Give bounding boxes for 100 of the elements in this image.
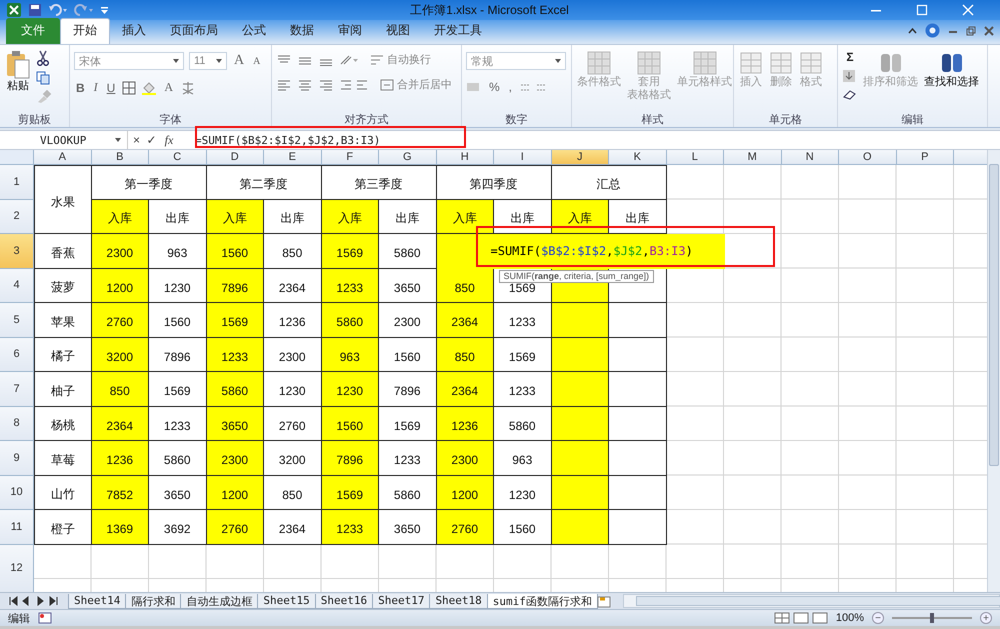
paste-button[interactable]: 粘贴 [4, 48, 32, 95]
ribbon-tab[interactable]: 开始 [60, 18, 110, 44]
undo-icon[interactable] [48, 3, 68, 17]
formula-field[interactable]: =SUMIF($B$2:$I$2,$J$2,B3:I3) [178, 131, 1000, 149]
excel-logo-icon[interactable] [6, 2, 22, 18]
sheet-tab[interactable]: Sheet18 [429, 594, 488, 608]
font-style-button[interactable]: B [74, 80, 87, 94]
table-grid-icon [739, 50, 763, 76]
ribbon-tab[interactable]: 视图 [374, 19, 422, 44]
ribbon-tab[interactable]: 审阅 [326, 19, 374, 44]
row-header[interactable]: 7 [0, 372, 34, 406]
column-header[interactable]: L [666, 150, 724, 165]
comma-button[interactable]: , [506, 80, 514, 94]
font-size-field[interactable]: 11 [189, 52, 227, 70]
group-label: 样式 [640, 113, 664, 127]
row-header[interactable]: 11 [0, 510, 34, 544]
grow-font-button[interactable]: A [232, 53, 246, 69]
row-header[interactable]: 4 [0, 268, 34, 303]
column-header[interactable]: I [494, 150, 552, 165]
column-header[interactable]: H [436, 150, 494, 165]
name-box[interactable]: VLOOKUP [0, 131, 128, 149]
view-buttons-icon[interactable] [774, 612, 828, 624]
cell-editor[interactable]: =SUMIF($B$2:$I$2,$J$2,B3:I3) [436, 234, 724, 268]
font-name-field[interactable]: 宋体 [74, 52, 184, 70]
maximize-icon[interactable] [916, 4, 928, 16]
shrink-font-button[interactable]: A [251, 56, 262, 66]
column-header[interactable]: F [322, 150, 379, 165]
group-label: 编辑 [900, 113, 924, 127]
orientation-icon[interactable] [339, 54, 359, 66]
column-header[interactable]: D [206, 150, 264, 165]
row-header[interactable]: 1 [0, 165, 34, 200]
column-header[interactable]: M [724, 150, 782, 165]
row-header[interactable]: 5 [0, 303, 34, 338]
cut-icon[interactable] [36, 50, 50, 66]
sheet-tab[interactable]: 自动生成边框 [180, 594, 258, 608]
row-header[interactable]: 3 [0, 234, 34, 268]
align-center-icon[interactable] [297, 78, 313, 90]
align-left-icon[interactable] [276, 78, 292, 90]
column-header[interactable]: J [552, 150, 609, 165]
help-icon[interactable] [925, 23, 940, 38]
row-header[interactable]: 6 [0, 338, 34, 372]
column-header[interactable]: G [379, 150, 436, 165]
table-cell: 2300 [264, 338, 322, 372]
fill-icon[interactable] [842, 69, 856, 83]
editing-button[interactable]: 查找和选择 [923, 48, 980, 91]
new-sheet-icon[interactable] [596, 594, 613, 608]
macro-record-icon[interactable] [38, 612, 52, 624]
column-header[interactable]: B [92, 150, 149, 165]
align-top-icon[interactable] [276, 54, 292, 66]
autosum-button[interactable]: Σ [842, 50, 858, 64]
collapse-ribbon-icon[interactable] [908, 26, 917, 34]
ribbon-tab[interactable]: 插入 [110, 19, 158, 44]
font-style-button[interactable]: I [92, 80, 100, 95]
zoom-in-button[interactable]: + [980, 612, 992, 624]
ribbon-tab[interactable]: 开发工具 [422, 19, 494, 44]
customize-toolbar-icon[interactable] [100, 4, 109, 16]
ribbon-tab[interactable]: 数据 [278, 19, 326, 44]
ribbon-tab[interactable]: 公式 [230, 19, 278, 44]
horizontal-scrollbar[interactable] [622, 594, 1000, 608]
border-icon[interactable] [122, 80, 136, 94]
column-header[interactable]: K [609, 150, 666, 165]
table-cell [552, 441, 609, 476]
vertical-scrollbar[interactable] [987, 150, 1000, 592]
column-header[interactable]: O [839, 150, 896, 165]
fill-color-icon[interactable] [141, 80, 158, 94]
sheet-tab[interactable]: Sheet16 [314, 594, 374, 608]
insert-function-button[interactable]: fx [160, 132, 178, 148]
percent-button[interactable]: % [487, 80, 502, 94]
table-cell: 第四季度 [436, 165, 552, 200]
indent-icon[interactable] [339, 78, 369, 90]
column-header[interactable]: A [34, 150, 92, 165]
save-icon[interactable] [28, 3, 42, 17]
cancel-button[interactable]: × [130, 133, 143, 147]
number-format-field[interactable]: 常规 [466, 52, 566, 70]
row-header[interactable]: 10 [0, 476, 34, 510]
zoom-out-button[interactable]: − [872, 612, 884, 624]
file-menu-button[interactable]: 文件 [6, 18, 60, 44]
column-header[interactable]: C [149, 150, 206, 165]
eraser-icon[interactable] [842, 88, 858, 100]
sheet-tab[interactable]: Sheet14 [68, 594, 126, 608]
row-header[interactable]: 9 [0, 441, 34, 476]
sheet-tab[interactable]: Sheet17 [372, 594, 430, 608]
sheet-tab[interactable]: 隔行求和 [125, 594, 182, 608]
ribbon-tab[interactable]: 页面布局 [158, 19, 230, 44]
table-cell: 3692 [149, 510, 206, 544]
column-header[interactable]: N [782, 150, 839, 165]
row-header[interactable]: 2 [0, 200, 34, 234]
enter-button[interactable]: ✓ [145, 133, 158, 147]
align-right-icon[interactable] [318, 78, 334, 90]
font-color-button[interactable]: A [162, 80, 176, 95]
font-style-button[interactable]: U [104, 80, 118, 94]
row-header[interactable]: 12 [0, 544, 34, 592]
row-header[interactable]: 8 [0, 406, 34, 441]
close-icon[interactable] [984, 26, 994, 36]
restore-icon[interactable] [966, 26, 976, 36]
column-header[interactable]: P [896, 150, 954, 165]
copy-icon[interactable] [36, 71, 52, 85]
sheet-tab[interactable]: sumif函数隔行求和 [486, 594, 598, 608]
sheet-tab[interactable]: Sheet15 [257, 594, 316, 608]
column-header[interactable]: E [264, 150, 322, 165]
